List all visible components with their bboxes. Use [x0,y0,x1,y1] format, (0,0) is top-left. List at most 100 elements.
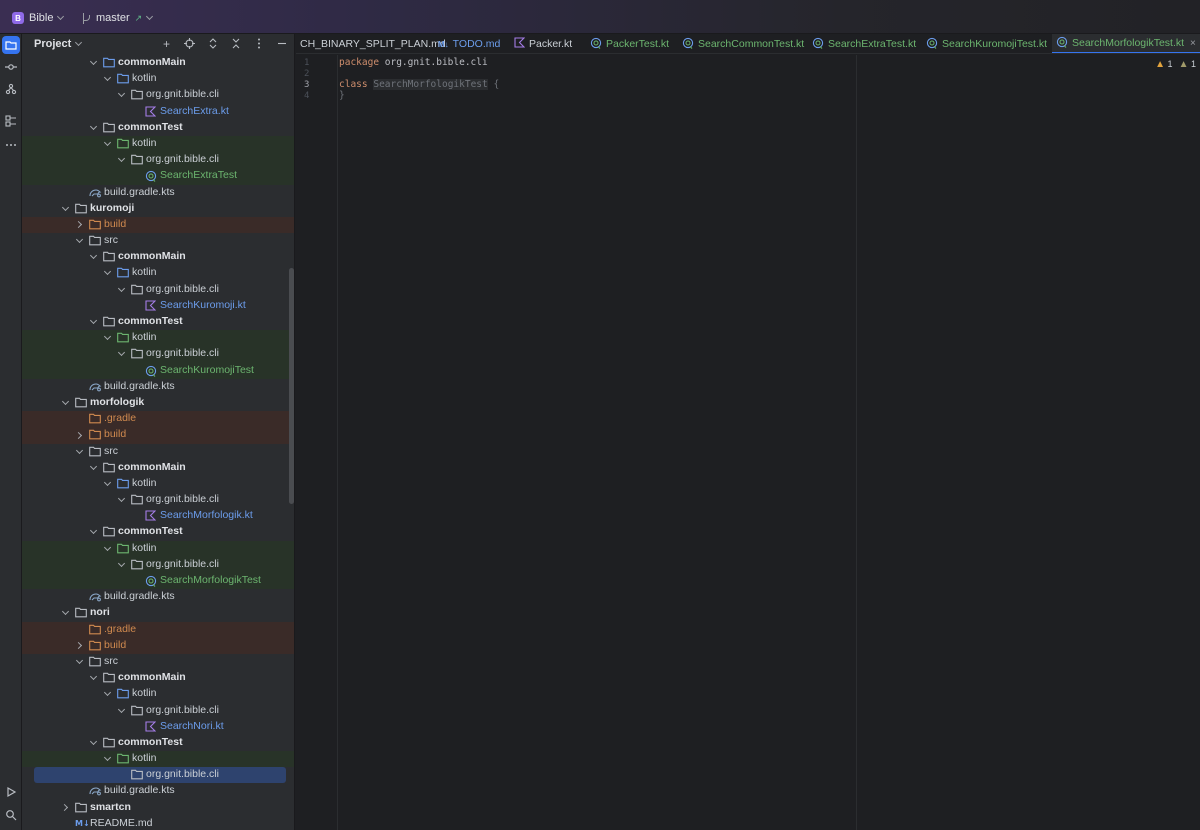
tree-row[interactable]: build.gradle.kts [22,589,294,605]
chevron-down-icon[interactable] [117,349,125,358]
chevron-right-icon[interactable] [74,642,83,650]
chevron-down-icon[interactable] [89,252,97,261]
chevron-down-icon[interactable] [117,705,125,715]
tree-row[interactable]: src [22,233,294,249]
chevron-down-icon[interactable] [103,268,111,277]
search-tool-button[interactable] [2,806,20,824]
chevron-down-icon[interactable] [75,656,83,666]
tree-row[interactable]: org.gnit.bible.cli [22,87,294,103]
expand-all-icon[interactable] [205,36,220,51]
editor-tab[interactable]: SearchCommonTest.kt [682,34,804,53]
tree-row[interactable]: .gradle [22,411,294,428]
chevron-down-icon[interactable] [89,122,97,132]
close-icon[interactable]: × [1190,38,1196,49]
hide-panel-icon[interactable] [274,36,289,51]
tree-row[interactable]: kotlin [22,330,294,347]
layout-tool-button[interactable] [2,112,20,130]
tree-row[interactable]: org.gnit.bible.cli [22,556,294,573]
tree-row[interactable]: smartcn [22,800,294,816]
chevron-right-icon[interactable] [74,431,83,439]
project-tool-button[interactable] [2,36,20,54]
tree-row[interactable]: kuromoji [22,201,294,217]
chevron-down-icon[interactable] [103,478,111,488]
tree-row[interactable]: nori [22,605,294,621]
tree-row[interactable]: commonMain [22,249,294,265]
locate-icon[interactable] [182,36,197,51]
branch-selector[interactable]: master ↗ [82,10,154,26]
editor-tab[interactable]: Packer.kt [514,34,572,53]
tree-row[interactable]: commonTest [22,120,294,136]
tree-row[interactable]: org.gnit.bible.cli [22,703,294,719]
chevron-down-icon[interactable] [89,462,97,472]
tree-row[interactable]: commonMain [22,670,294,686]
chevron-down-icon[interactable] [89,527,97,536]
options-menu-icon[interactable] [251,36,266,51]
chevron-right-icon[interactable] [60,804,69,812]
project-view-selector[interactable]: Project [34,38,83,50]
tree-row[interactable]: src [22,444,294,460]
tree-row[interactable]: kotlin [22,686,294,702]
tree-row[interactable]: morfologik [22,395,294,411]
chevron-down-icon[interactable] [103,754,111,763]
tree-row[interactable]: commonMain [22,55,294,71]
run-tool-button[interactable] [2,783,20,801]
tree-row[interactable]: org.gnit.bible.cli [22,492,294,508]
tree-row[interactable]: build [22,637,294,654]
tree-row[interactable]: SearchKuromoji.kt [22,298,294,314]
chevron-down-icon[interactable] [103,543,111,553]
tree-row[interactable]: src [22,654,294,670]
tree-row[interactable]: kotlin [22,751,294,768]
tree-row[interactable]: SearchKuromojiTest [22,362,294,379]
chevron-down-icon[interactable] [89,316,97,326]
tree-row[interactable]: .gradle [22,621,294,638]
tree-row[interactable]: kotlin [22,265,294,281]
tree-row[interactable]: org.gnit.bible.cli [22,282,294,298]
commit-tool-button[interactable] [2,58,20,76]
new-file-icon[interactable]: + [159,36,174,51]
chevron-down-icon[interactable] [75,446,83,456]
chevron-down-icon[interactable] [89,737,97,747]
tree-row[interactable]: kotlin [22,71,294,87]
tree-row[interactable]: build.gradle.kts [22,185,294,201]
tree-row[interactable]: SearchNori.kt [22,719,294,735]
more-tools-button[interactable] [2,136,20,154]
chevron-down-icon[interactable] [103,138,111,148]
chevron-down-icon[interactable] [117,559,125,569]
tree-row[interactable]: org.gnit.bible.cli [22,346,294,363]
tree-row[interactable]: kotlin [22,135,294,153]
tree-row[interactable]: build.gradle.kts [22,783,294,799]
chevron-down-icon[interactable] [103,689,111,698]
tree-row[interactable]: build [22,427,294,444]
chevron-down-icon[interactable] [61,608,69,617]
tree-row[interactable]: SearchExtra.kt [22,104,294,120]
inspection-widget[interactable]: ▲ 1 ▲ 1 [1155,59,1196,70]
tree-row[interactable]: build.gradle.kts [22,379,294,395]
tree-row[interactable]: commonTest [22,735,294,751]
tree-row[interactable]: kotlin [22,540,294,557]
tree-row[interactable]: SearchMorfologikTest [22,573,294,590]
editor-tab[interactable]: SearchKuromojiTest.kt [926,34,1047,53]
chevron-down-icon[interactable] [117,155,125,164]
chevron-right-icon[interactable] [74,221,83,229]
editor-tab[interactable]: PackerTest.kt [590,34,669,53]
tree-row[interactable]: SearchExtraTest [22,168,294,185]
editor-tab[interactable]: SearchMorfologikTest.kt × [1052,34,1200,53]
tree-row[interactable]: org.gnit.bible.cli [22,152,294,169]
chevron-down-icon[interactable] [117,284,125,294]
chevron-down-icon[interactable] [117,90,125,99]
tree-row[interactable]: org.gnit.bible.cli [22,767,294,784]
chevron-down-icon[interactable] [61,397,69,407]
collapse-all-icon[interactable] [228,36,243,51]
chevron-down-icon[interactable] [75,236,83,245]
chevron-down-icon[interactable] [117,495,125,504]
chevron-down-icon[interactable] [89,57,97,67]
tree-row[interactable]: SearchMorfologik.kt [22,508,294,524]
tree-row[interactable]: commonMain [22,460,294,476]
tree-scrollbar[interactable] [289,268,294,504]
chevron-down-icon[interactable] [103,333,111,342]
tree-row[interactable]: commonTest [22,314,294,330]
chevron-down-icon[interactable] [61,203,69,213]
chevron-down-icon[interactable] [89,673,97,682]
tree-row[interactable]: commonTest [22,524,294,540]
editor-tab[interactable]: M↓ TODO.md [438,34,500,53]
